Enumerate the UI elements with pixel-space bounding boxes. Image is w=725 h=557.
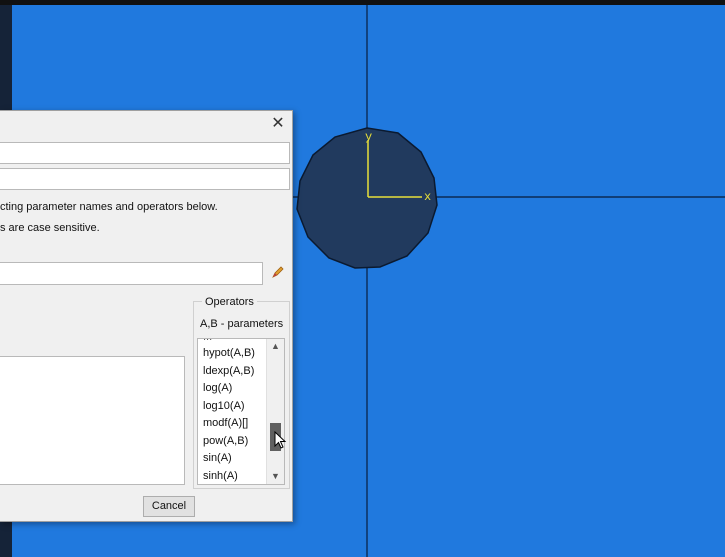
hint-text-line2: s are case sensitive.	[0, 222, 100, 234]
list-item[interactable]: log10(A)	[203, 400, 245, 412]
description-field[interactable]	[0, 168, 290, 190]
list-item[interactable]: sin(A)	[203, 452, 232, 464]
close-button[interactable]: ✕	[268, 115, 288, 133]
x-axis-label: x	[424, 190, 431, 204]
operators-subtitle: A,B - parameters	[200, 318, 284, 330]
hint-text-line1: cting parameter names and operators belo…	[0, 201, 218, 213]
operators-scrollbar[interactable]: ▲ ▼	[266, 339, 284, 484]
operators-title: Operators	[202, 296, 257, 308]
list-item[interactable]: modf(A)[]	[203, 417, 248, 429]
parameters-text-area[interactable]	[0, 356, 185, 485]
expression-dialog: ✕ cting parameter names and operators be…	[0, 110, 293, 522]
list-item[interactable]: pow(A,B)	[203, 435, 248, 447]
list-item[interactable]: sinh(A)	[203, 470, 238, 482]
list-item[interactable]: ldexp(A,B)	[203, 365, 254, 377]
list-item[interactable]: log(A)	[203, 382, 232, 394]
cancel-button[interactable]: Cancel	[143, 496, 195, 517]
edit-pencil-icon[interactable]	[271, 265, 285, 279]
y-axis-label: y	[365, 130, 372, 144]
mouse-cursor-icon	[274, 431, 287, 449]
scroll-down-icon[interactable]: ▼	[267, 469, 284, 483]
name-field[interactable]	[0, 142, 290, 164]
list-item-partial: ...	[203, 339, 212, 343]
operators-list[interactable]: ... hypot(A,B) ldexp(A,B) log(A) log10(A…	[197, 338, 285, 485]
expression-input[interactable]	[0, 262, 263, 285]
scroll-up-icon[interactable]: ▲	[267, 339, 284, 353]
list-item[interactable]: hypot(A,B)	[203, 347, 255, 359]
viewport-top-bar	[0, 0, 725, 5]
